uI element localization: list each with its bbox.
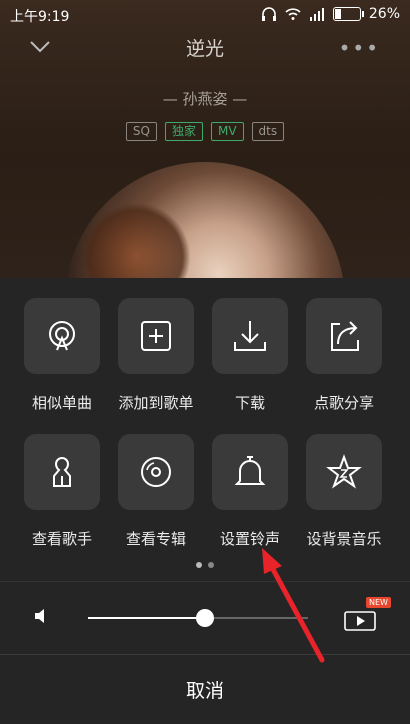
download-label: 下载 bbox=[234, 394, 265, 412]
set-ringtone-tile[interactable] bbox=[212, 434, 288, 510]
badge-mv[interactable]: MV bbox=[210, 122, 244, 141]
divider bbox=[0, 581, 410, 582]
share-icon bbox=[331, 321, 359, 351]
volume-fill bbox=[88, 617, 205, 619]
similar-songs-label: 相似单曲 bbox=[31, 394, 92, 412]
set-background-music-tile[interactable] bbox=[306, 434, 382, 510]
player-background: 上午9:19 26% 逆光 ••• — 孙燕姿 — SQ 独家 MV dts bbox=[0, 0, 410, 278]
download-button[interactable]: 下载 bbox=[205, 298, 295, 413]
similar-songs-button[interactable]: 相似单曲 bbox=[17, 298, 107, 413]
view-singer-label: 查看歌手 bbox=[31, 530, 92, 548]
view-singer-tile[interactable] bbox=[24, 434, 100, 510]
star-icon bbox=[326, 454, 362, 489]
download-icon bbox=[234, 321, 266, 351]
set-ringtone-label: 设置铃声 bbox=[219, 530, 280, 548]
view-album-tile[interactable] bbox=[118, 434, 194, 510]
page-dot[interactable] bbox=[208, 562, 214, 568]
action-grid: 相似单曲 添加到歌单 下载 点歌分享 查看歌手 查看专辑 设置铃声 设背景音乐 bbox=[0, 298, 410, 570]
share-tile[interactable] bbox=[306, 298, 382, 374]
view-album-label: 查看专辑 bbox=[125, 530, 186, 548]
headphones-icon bbox=[261, 7, 276, 21]
mv-play-icon[interactable] bbox=[344, 604, 378, 632]
more-options-icon[interactable]: ••• bbox=[339, 36, 380, 60]
bell-icon bbox=[234, 456, 266, 485]
add-to-playlist-tile[interactable] bbox=[118, 298, 194, 374]
battery-fill bbox=[334, 9, 342, 19]
action-row-2: 查看歌手 查看专辑 设置铃声 设背景音乐 bbox=[0, 434, 410, 570]
cancel-button[interactable]: 取消 bbox=[0, 655, 410, 724]
quality-badges: SQ 独家 MV dts bbox=[0, 122, 410, 141]
album-icon bbox=[141, 457, 171, 487]
add-to-playlist-icon bbox=[141, 321, 171, 351]
view-album-button[interactable]: 查看专辑 bbox=[111, 434, 201, 549]
battery-percent: 26% bbox=[368, 6, 400, 22]
new-badge: NEW bbox=[366, 597, 391, 608]
badge-exclusive: 独家 bbox=[164, 122, 203, 141]
similar-songs-icon bbox=[49, 321, 75, 351]
page-dot[interactable] bbox=[196, 562, 202, 568]
share-label: 点歌分享 bbox=[313, 394, 374, 412]
speaker-icon[interactable] bbox=[32, 606, 52, 626]
status-bar: 上午9:19 26% bbox=[0, 0, 410, 30]
page-indicator bbox=[0, 562, 410, 568]
add-to-playlist-button[interactable]: 添加到歌单 bbox=[111, 298, 201, 413]
singer-icon bbox=[53, 456, 71, 487]
action-row-1: 相似单曲 添加到歌单 下载 点歌分享 bbox=[0, 298, 410, 434]
volume-slider[interactable] bbox=[88, 609, 308, 627]
status-time: 上午9:19 bbox=[10, 9, 70, 25]
status-icons: 26% bbox=[261, 6, 400, 22]
album-cover bbox=[65, 162, 345, 278]
share-button[interactable]: 点歌分享 bbox=[299, 298, 389, 413]
signal-icon bbox=[309, 8, 324, 21]
player-header: 逆光 ••• bbox=[0, 30, 410, 70]
add-to-playlist-label: 添加到歌单 bbox=[118, 394, 194, 412]
download-tile[interactable] bbox=[212, 298, 288, 374]
badge-dts: dts bbox=[251, 122, 285, 141]
volume-thumb[interactable] bbox=[195, 609, 214, 627]
wifi-icon bbox=[285, 8, 301, 20]
view-singer-button[interactable]: 查看歌手 bbox=[17, 434, 107, 549]
set-ringtone-button[interactable]: 设置铃声 bbox=[205, 434, 295, 549]
similar-songs-tile[interactable] bbox=[24, 298, 100, 374]
battery-icon bbox=[332, 7, 364, 21]
artist-name[interactable]: — 孙燕姿 — bbox=[0, 88, 410, 109]
set-background-music-label: 设背景音乐 bbox=[306, 530, 382, 548]
badge-sq: SQ bbox=[125, 122, 157, 141]
action-sheet: 相似单曲 添加到歌单 下载 点歌分享 查看歌手 查看专辑 设置铃声 设背景音乐 … bbox=[0, 278, 410, 724]
volume-row: NEW bbox=[0, 594, 410, 646]
set-background-music-button[interactable]: 设背景音乐 bbox=[299, 434, 389, 549]
